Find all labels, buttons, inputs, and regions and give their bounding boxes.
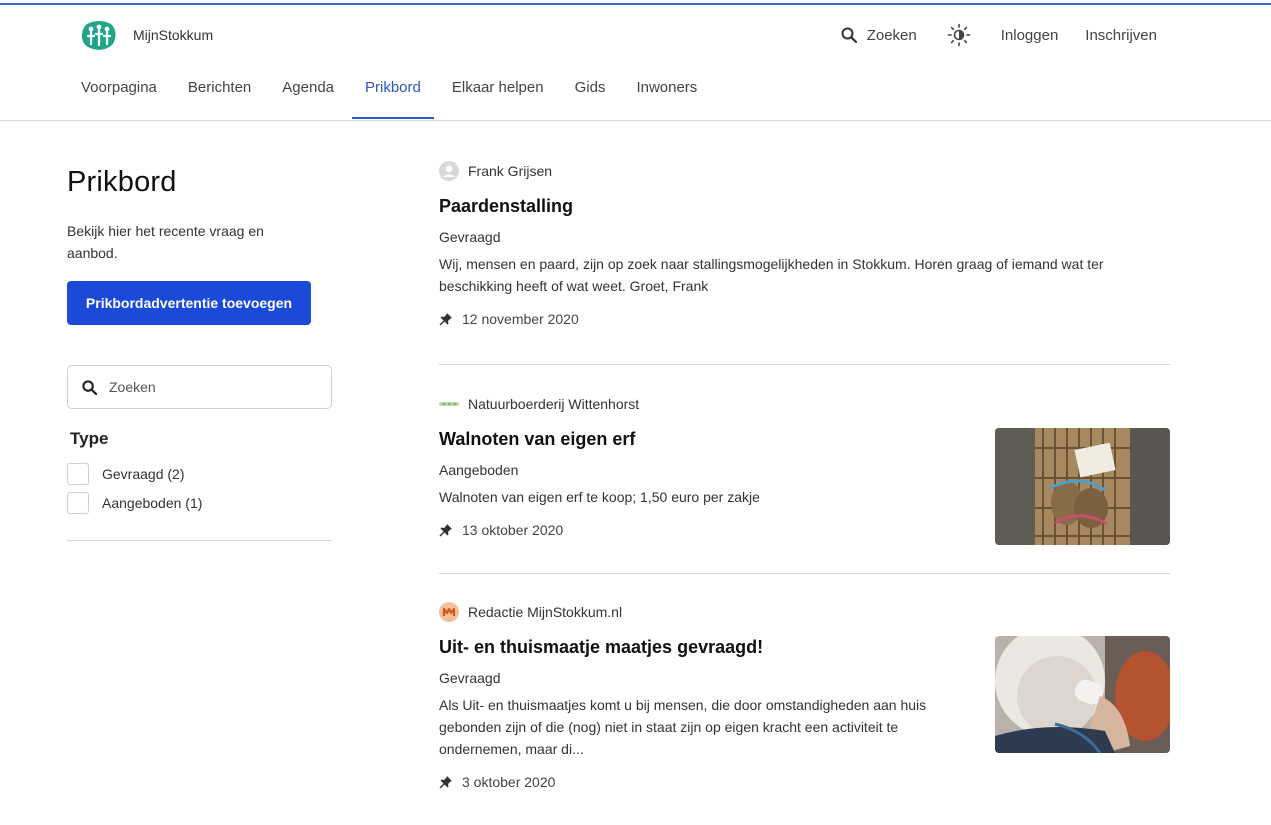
pin-icon bbox=[439, 776, 452, 789]
filter-gevraagd-checkbox[interactable] bbox=[67, 463, 89, 485]
listing-thumbnail[interactable] bbox=[995, 428, 1170, 545]
nav-item-voorpagina[interactable]: Voorpagina bbox=[81, 79, 157, 121]
main-nav: Voorpagina Berichten Agenda Prikbord Elk… bbox=[81, 79, 728, 121]
listing-date-text: 3 oktober 2020 bbox=[462, 774, 556, 790]
search-input[interactable] bbox=[109, 379, 309, 395]
header-actions: Zoeken Inloggen Inschrijven bbox=[841, 23, 1157, 47]
listing-date: 3 oktober 2020 bbox=[439, 774, 1170, 790]
search-icon bbox=[82, 379, 97, 395]
filter-gevraagd-label: Gevraagd (2) bbox=[102, 466, 185, 482]
filter-aangeboden[interactable]: Aangeboden (1) bbox=[67, 492, 333, 514]
site-name: MijnStokkum bbox=[133, 27, 214, 43]
nav-item-elkaar-helpen[interactable]: Elkaar helpen bbox=[452, 79, 544, 121]
author-name: Frank Grijsen bbox=[468, 163, 553, 179]
listing-title[interactable]: Paardenstalling bbox=[439, 196, 1170, 217]
pin-icon bbox=[439, 313, 452, 326]
avatar bbox=[439, 161, 459, 181]
filter-title: Type bbox=[70, 429, 109, 448]
listing-date-text: 12 november 2020 bbox=[462, 311, 579, 327]
listing-date: 12 november 2020 bbox=[439, 311, 1170, 327]
author-name: Redactie MijnStokkum.nl bbox=[468, 604, 623, 620]
redactie-logo-icon bbox=[439, 602, 459, 622]
listing-divider bbox=[439, 573, 1170, 574]
filter-gevraagd[interactable]: Gevraagd (2) bbox=[67, 463, 333, 485]
logo-icon bbox=[81, 21, 116, 50]
avatar bbox=[439, 602, 459, 622]
search-icon bbox=[841, 27, 857, 43]
avatar bbox=[439, 394, 459, 414]
listing-author: Redactie MijnStokkum.nl bbox=[439, 602, 1170, 622]
login-link[interactable]: Inloggen bbox=[1001, 27, 1059, 44]
pin-icon bbox=[439, 524, 452, 537]
filter-aangeboden-label: Aangeboden (1) bbox=[102, 495, 203, 511]
add-listing-button[interactable]: Prikbordadvertentie toevoegen bbox=[67, 281, 311, 325]
sidebar: Prikbord Bekijk hier het recente vraag e… bbox=[67, 160, 333, 541]
sun-icon bbox=[947, 23, 971, 47]
listing-date-text: 13 oktober 2020 bbox=[462, 522, 564, 538]
nav-item-gids[interactable]: Gids bbox=[575, 79, 606, 121]
sidebar-divider bbox=[67, 540, 332, 541]
site-header: MijnStokkum Zoeken Inloggen Inschrijven … bbox=[0, 5, 1271, 121]
nav-item-prikbord[interactable]: Prikbord bbox=[352, 79, 434, 121]
nav-item-berichten[interactable]: Berichten bbox=[188, 79, 251, 121]
listing-thumbnail[interactable] bbox=[995, 636, 1170, 753]
header-search-label: Zoeken bbox=[866, 26, 917, 44]
listing-card[interactable]: Natuurboerderij Wittenhorst Walnoten van… bbox=[439, 394, 1170, 545]
user-avatar-icon bbox=[439, 161, 459, 181]
site-logo[interactable]: MijnStokkum bbox=[81, 20, 213, 50]
author-name: Natuurboerderij Wittenhorst bbox=[468, 396, 640, 412]
listing-description: Als Uit- en thuismaatjes komt u bij mens… bbox=[439, 697, 927, 757]
nav-item-agenda[interactable]: Agenda bbox=[282, 79, 334, 121]
page-title: Prikbord bbox=[67, 166, 177, 198]
sidebar-search[interactable] bbox=[67, 365, 332, 409]
nav-item-inwoners[interactable]: Inwoners bbox=[636, 79, 697, 121]
type-filter: Gevraagd (2) Aangeboden (1) bbox=[67, 463, 333, 514]
header-search-button[interactable]: Zoeken bbox=[841, 27, 917, 44]
signup-link[interactable]: Inschrijven bbox=[1085, 27, 1157, 44]
walnut-bags-image bbox=[995, 428, 1170, 545]
listing-card[interactable]: Redactie MijnStokkum.nl Uit- en thuismaa… bbox=[439, 602, 1170, 790]
listing-author: Natuurboerderij Wittenhorst bbox=[439, 394, 1170, 414]
listing-description: Wij, mensen en paard, zijn op zoek naar … bbox=[439, 256, 1104, 294]
elderly-person-image bbox=[995, 636, 1170, 753]
listing-type: Gevraagd bbox=[439, 229, 501, 245]
listing-divider bbox=[439, 364, 1170, 365]
farm-logo-icon bbox=[439, 402, 459, 406]
listing-card[interactable]: Frank Grijsen Paardenstalling Gevraagd W… bbox=[439, 161, 1170, 327]
filter-aangeboden-checkbox[interactable] bbox=[67, 492, 89, 514]
page-intro: Bekijk hier het recente vraag en aanbod. bbox=[67, 223, 264, 261]
listing-author: Frank Grijsen bbox=[439, 161, 1170, 181]
theme-toggle-button[interactable] bbox=[947, 23, 971, 47]
